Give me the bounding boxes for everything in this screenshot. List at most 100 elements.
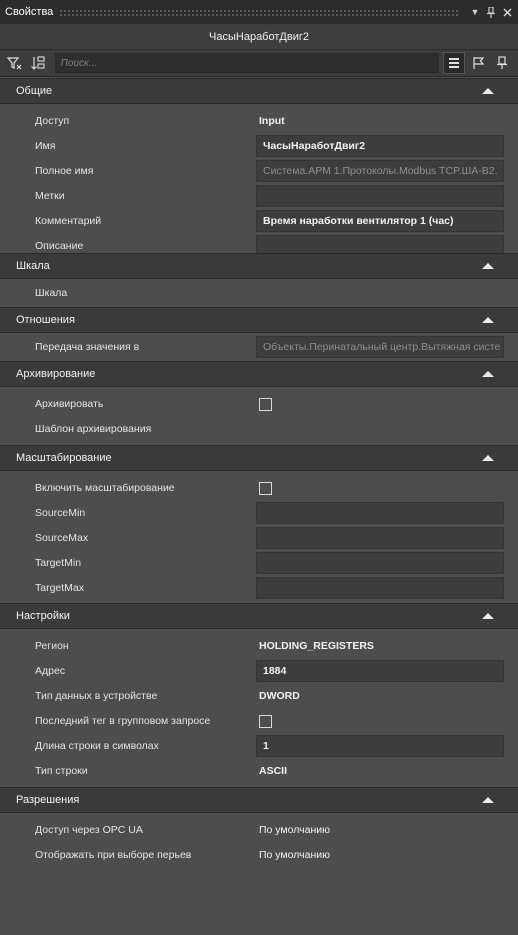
panel-title: Свойства <box>5 6 54 18</box>
transfer-field[interactable]: Объекты.Перинатальный центр.Вытяжная сис… <box>256 336 504 358</box>
prop-label: SourceMax <box>35 531 89 544</box>
section-settings-header[interactable]: Настройки <box>0 603 518 629</box>
filter-button[interactable] <box>3 52 25 74</box>
name-input[interactable]: ЧасыНаработДвиг2 <box>256 135 504 157</box>
prop-label: Полное имя <box>35 164 94 177</box>
list-view-icon <box>449 58 460 68</box>
string-type-dropdown[interactable]: ASCII <box>256 760 504 782</box>
section-relations-header[interactable]: Отношения <box>0 307 518 333</box>
prop-row-pens: Отображать при выборе перьев По умолчани… <box>0 842 518 867</box>
collapse-arrow-icon[interactable] <box>482 317 494 323</box>
section-title: Общие <box>16 85 53 97</box>
prop-label: Доступ <box>35 114 70 127</box>
pin-icon[interactable] <box>484 4 498 20</box>
close-icon[interactable] <box>500 4 514 20</box>
archive-checkbox-cell <box>256 393 504 415</box>
last-tag-checkbox-cell <box>256 710 504 732</box>
prop-label: Отображать при выборе перьев <box>35 848 192 861</box>
property-grid: Общие Доступ Input Имя ЧасыНаработДвиг2 … <box>0 78 518 873</box>
collapse-arrow-icon[interactable] <box>482 797 494 803</box>
prop-row-fullname: Полное имя Система.АРМ 1.Протоколы.Modbu… <box>0 158 518 183</box>
collapse-arrow-icon[interactable] <box>482 88 494 94</box>
prop-label: Метки <box>35 189 65 202</box>
prop-label: Включить масштабирование <box>35 481 175 494</box>
source-max-input[interactable] <box>256 527 504 549</box>
flag-button[interactable] <box>467 52 489 74</box>
prop-label: SourceMin <box>35 506 86 519</box>
collapse-arrow-icon[interactable] <box>482 371 494 377</box>
search-input[interactable]: Поиск... <box>54 53 440 73</box>
prop-row-name: Имя ЧасыНаработДвиг2 <box>0 133 518 158</box>
region-dropdown[interactable]: HOLDING_REGISTERS <box>256 635 504 657</box>
section-title: Настройки <box>16 610 70 622</box>
prop-row-datatype: Тип данных в устройстве DWORD <box>0 683 518 708</box>
prop-label: Тип строки <box>35 764 88 777</box>
datatype-dropdown[interactable]: DWORD <box>256 685 504 707</box>
section-title: Отношения <box>16 314 75 326</box>
collapse-arrow-icon[interactable] <box>482 455 494 461</box>
prop-label: TargetMax <box>35 581 85 594</box>
target-max-input[interactable] <box>256 577 504 599</box>
section-scale-header[interactable]: Шкала <box>0 253 518 279</box>
tags-input[interactable] <box>256 185 504 207</box>
prop-row-comment: Комментарий Время наработки вентилятор 1… <box>0 208 518 233</box>
pin-icon <box>497 56 508 69</box>
prop-label: Адрес <box>35 664 66 677</box>
panel-titlebar: Свойства ▼ <box>0 0 518 24</box>
prop-label: TargetMin <box>35 556 82 569</box>
prop-label: Описание <box>35 239 84 252</box>
prop-label: Имя <box>35 139 56 152</box>
dropdown-arrow-icon[interactable]: ▼ <box>468 4 482 20</box>
object-name: ЧасыНаработДвиг2 <box>0 24 518 50</box>
prop-row-source-max: SourceMax <box>0 525 518 550</box>
prop-row-last-tag: Последний тег в групповом запросе <box>0 708 518 733</box>
prop-row-region: Регион HOLDING_REGISTERS <box>0 633 518 658</box>
pin-button[interactable] <box>491 52 513 74</box>
filter-icon <box>6 57 22 70</box>
prop-label: Регион <box>35 639 69 652</box>
scaling-checkbox-cell <box>256 477 504 499</box>
prop-value: Input <box>259 115 285 127</box>
address-input[interactable]: 1884 <box>256 660 504 682</box>
section-general-header[interactable]: Общие <box>0 78 518 104</box>
drag-grip[interactable] <box>59 8 460 16</box>
prop-row-scale[interactable]: Шкала <box>0 280 518 305</box>
section-title: Архивирование <box>16 368 96 380</box>
list-view-button[interactable] <box>443 52 466 74</box>
collapse-arrow-icon[interactable] <box>482 613 494 619</box>
sort-icon <box>30 56 45 70</box>
pens-dropdown[interactable]: По умолчанию <box>256 844 504 866</box>
prop-row-opc: Доступ через OPC UA По умолчанию <box>0 817 518 842</box>
target-min-input[interactable] <box>256 552 504 574</box>
prop-row-string-type: Тип строки ASCII <box>0 758 518 783</box>
source-min-input[interactable] <box>256 502 504 524</box>
prop-label: Доступ через OPC UA <box>35 823 143 836</box>
prop-row-string-length: Длина строки в символах 1 <box>0 733 518 758</box>
prop-row-target-max: TargetMax <box>0 575 518 600</box>
collapse-arrow-icon[interactable] <box>482 263 494 269</box>
prop-row-address: Адрес 1884 <box>0 658 518 683</box>
comment-input[interactable]: Время наработки вентилятор 1 (час) <box>256 210 504 232</box>
section-archiving-header[interactable]: Архивирование <box>0 361 518 387</box>
last-tag-checkbox[interactable] <box>259 714 272 728</box>
prop-label: Тип данных в устройстве <box>35 689 158 702</box>
prop-row-transfer: Передача значения в Объекты.Перинатальны… <box>0 334 518 359</box>
prop-row-archive: Архивировать <box>0 391 518 416</box>
sort-button[interactable] <box>27 52 49 74</box>
flag-icon <box>473 57 485 69</box>
prop-label: Комментарий <box>35 214 102 227</box>
section-permissions-header[interactable]: Разрешения <box>0 787 518 813</box>
string-length-input[interactable]: 1 <box>256 735 504 757</box>
scaling-checkbox[interactable] <box>259 481 272 495</box>
fullname-field[interactable]: Система.АРМ 1.Протоколы.Modbus TCP.ША-В2… <box>256 160 504 182</box>
prop-row-enable-scaling: Включить масштабирование <box>0 475 518 500</box>
prop-label: Архивировать <box>35 397 104 410</box>
archive-checkbox[interactable] <box>259 397 272 411</box>
opc-dropdown[interactable]: По умолчанию <box>256 819 504 841</box>
prop-row-template[interactable]: Шаблон архивирования <box>0 416 518 441</box>
prop-row-target-min: TargetMin <box>0 550 518 575</box>
prop-row-access: Доступ Input <box>0 108 518 133</box>
section-scaling-header[interactable]: Масштабирование <box>0 445 518 471</box>
toolbar: Поиск... <box>0 50 518 77</box>
prop-label: Длина строки в символах <box>35 739 159 752</box>
